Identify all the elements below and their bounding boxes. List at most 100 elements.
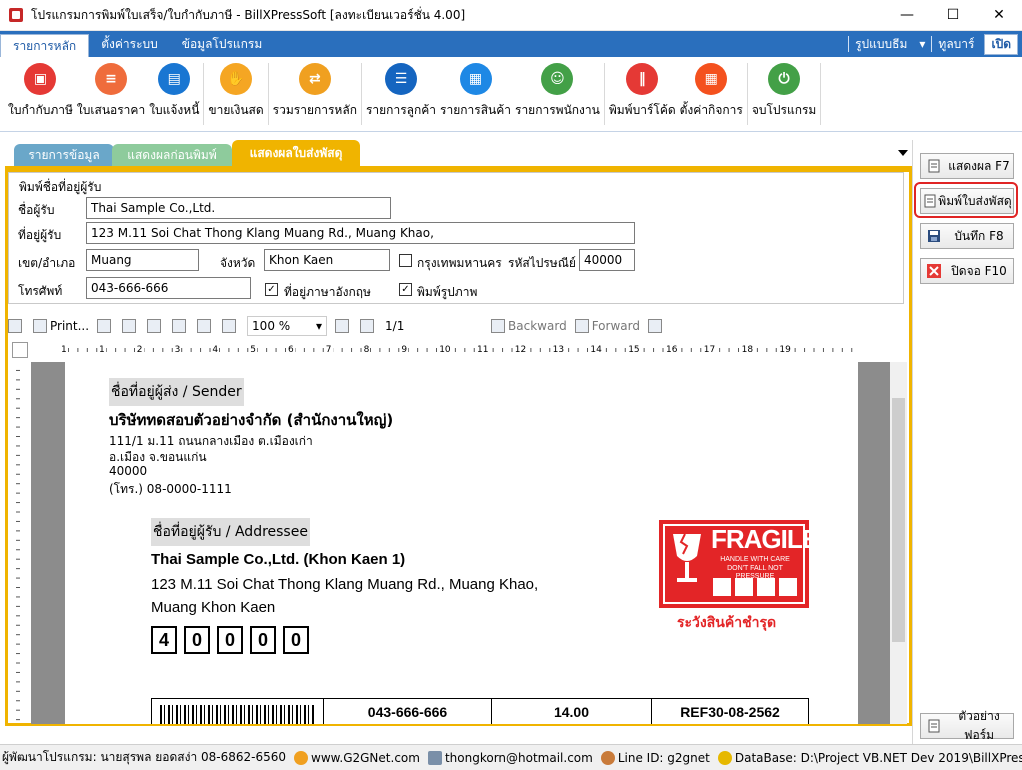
zoom-select[interactable]: 100 % ▾ [247, 316, 328, 336]
zoom-out-button[interactable] [197, 319, 214, 333]
fragile-caption: ระวังสินค้าชำรุด [677, 615, 777, 631]
previous-page-button[interactable] [335, 319, 352, 333]
email-text: thongkorn@hotmail.com [444, 750, 593, 765]
zoom-out-icon [197, 319, 212, 333]
find-button[interactable] [97, 319, 114, 333]
ruler-number: 2 [135, 344, 144, 356]
close-icon [927, 264, 941, 278]
print-image-checkbox[interactable]: ✓ [399, 283, 412, 296]
zip-digit-box: 4 [151, 626, 177, 654]
company-settings-icon: ▦ [695, 63, 728, 95]
barcode-icon: ‖ [626, 63, 659, 95]
zip-digit-box: 0 [283, 626, 309, 654]
district-label: เขต/อำเภอ [18, 256, 76, 270]
save-icon [928, 230, 940, 242]
app-icon [9, 8, 23, 22]
zoom-in-button[interactable] [222, 319, 239, 333]
tab-data-list[interactable]: รายการข้อมูล [14, 144, 114, 166]
recipient-name-input[interactable] [86, 197, 391, 219]
company-settings-button[interactable]: ▦ ตั้งค่ากิจการ [678, 63, 745, 120]
ruler-number: 6 [287, 344, 295, 356]
print-label: Print... [50, 319, 90, 333]
parcel-label-page: ชื่อที่อยู่ผู้ส่ง / Sender บริษัททดสอบตั… [65, 362, 858, 724]
customer-list-label: รายการลูกค้า [365, 103, 437, 117]
merge-list-button[interactable]: ⇄ รวมรายการหลัก [271, 63, 359, 120]
district-input[interactable] [86, 249, 199, 271]
tab-main[interactable]: รายการหลัก [0, 34, 90, 57]
address-input[interactable] [86, 222, 635, 244]
umbrella-icon [735, 578, 753, 596]
ruler-number: 19 [778, 344, 792, 356]
barcode-print-button[interactable]: ‖ พิมพ์บาร์โค้ด [607, 63, 678, 120]
tab-preview[interactable]: แสดงผลก่อนพิมพ์ [112, 144, 232, 166]
print-button[interactable]: Print... [33, 319, 89, 333]
vertical-scrollbar[interactable] [890, 362, 907, 724]
edit-button[interactable] [647, 319, 665, 333]
close-f10-label: ปิดจอ F10 [951, 263, 1007, 278]
backward-label: Backward [508, 319, 567, 333]
sender-heading: ชื่อที่อยู่ผู้ส่ง / Sender [109, 378, 244, 406]
quotation-button[interactable]: ≡ ใบเสนอราคา [75, 63, 147, 120]
province-input[interactable] [264, 249, 390, 271]
sender-name: บริษัททดสอบตัวอย่างจำกัด (สำนักงานใหญ่) [109, 411, 394, 429]
single-page-button[interactable] [122, 319, 139, 333]
bangkok-checkbox[interactable] [399, 254, 412, 267]
product-list-button[interactable]: ▦ รายการสินค้า [438, 63, 513, 120]
glass-symbol-icon [713, 578, 731, 596]
show-f7-button[interactable]: แสดงผล F7 [920, 153, 1014, 179]
phone-input[interactable] [86, 277, 251, 299]
forward-button[interactable]: Forward [574, 319, 640, 333]
ruler-number: 16 [665, 344, 679, 356]
tab-program-info[interactable]: ข้อมูลโปรแกรม [170, 31, 275, 57]
tab-settings[interactable]: ตั้งค่าระบบ [89, 31, 170, 57]
ruler-number: 7 [324, 344, 333, 356]
ruler-number: 9 [400, 344, 409, 356]
email-link[interactable]: thongkorn@hotmail.com [427, 750, 593, 765]
english-address-checkbox[interactable]: ✓ [265, 283, 278, 296]
invoice-button[interactable]: ▤ ใบแจ้งหนี้ [147, 63, 201, 120]
sample-form-label: ตัวอย่างฟอร์ม [958, 709, 1000, 742]
close-f10-button[interactable]: ปิดจอ F10 [920, 258, 1014, 284]
arrow-down-icon [360, 319, 375, 333]
scrollbar-thumb[interactable] [892, 398, 905, 642]
multi-page-button[interactable] [147, 319, 164, 333]
toolbar-open-button[interactable]: เปิด [984, 33, 1018, 55]
theme-dropdown[interactable]: รูปแบบธีม [849, 35, 913, 54]
english-address-label: ที่อยู่ภาษาอังกฤษ [284, 285, 371, 299]
website-link[interactable]: www.G2GNet.com [294, 750, 420, 765]
sender-phone: (โทร.) 08-0000-1111 [109, 482, 232, 496]
page-setup-button[interactable] [172, 319, 189, 333]
tax-invoice-button[interactable]: ▣ ใบกำกับภาษี [6, 63, 75, 120]
cash-sale-button[interactable]: ✋ ขายเงินสด [206, 63, 265, 120]
divider [267, 63, 269, 125]
barcode-print-label: พิมพ์บาร์โค้ด [608, 103, 676, 117]
save-f8-button[interactable]: บันทึก F8 [920, 223, 1014, 249]
chevron-down-icon[interactable]: ▾ [913, 37, 931, 51]
close-button[interactable]: ✕ [976, 0, 1022, 31]
exit-program-button[interactable]: ⏻ จบโปรแกรม [750, 63, 819, 120]
tab-list-dropdown-icon[interactable] [898, 150, 908, 156]
divider [603, 63, 605, 125]
next-page-button[interactable] [360, 319, 377, 333]
company-settings-label: ตั้งค่ากิจการ [679, 103, 743, 117]
addressee-address-line: Muang Khon Kaen [151, 599, 276, 616]
backward-button[interactable]: Backward [491, 319, 567, 333]
employee-list-button[interactable]: ☺ รายการพนักงาน [513, 63, 602, 120]
ribbon-toolbar: ▣ ใบกำกับภาษี ≡ ใบเสนอราคา ▤ ใบแจ้งหนี้ … [0, 57, 1022, 132]
invoice-label: ใบแจ้งหนี้ [149, 103, 200, 117]
customer-list-button[interactable]: ☰ รายการลูกค้า [364, 63, 438, 120]
postcode-input[interactable] [579, 249, 635, 271]
horizontal-ruler: 1 1 2 3 4 5 6 7 8 9 10 11 12 13 14 15 16 17 18 19 [60, 344, 858, 356]
tax-invoice-icon: ▣ [24, 63, 57, 95]
database-icon [717, 750, 732, 765]
sample-form-button[interactable]: ตัวอย่างฟอร์ม [920, 709, 1014, 742]
copy-button[interactable] [8, 319, 25, 333]
tab-parcel-label[interactable]: แสดงผลใบส่งพัสดุ [232, 140, 360, 166]
multipage-icon [147, 319, 162, 333]
maximize-button[interactable]: ☐ [930, 0, 976, 31]
envelope-icon [427, 750, 442, 765]
minimize-button[interactable]: — [884, 0, 930, 31]
ruler-number: 8 [362, 344, 371, 356]
developer-info: ผู้พัฒนาโปรแกรม: นายสุรพล ยอดสง่า 08-686… [2, 750, 287, 764]
ruler-number: 18 [740, 344, 755, 356]
